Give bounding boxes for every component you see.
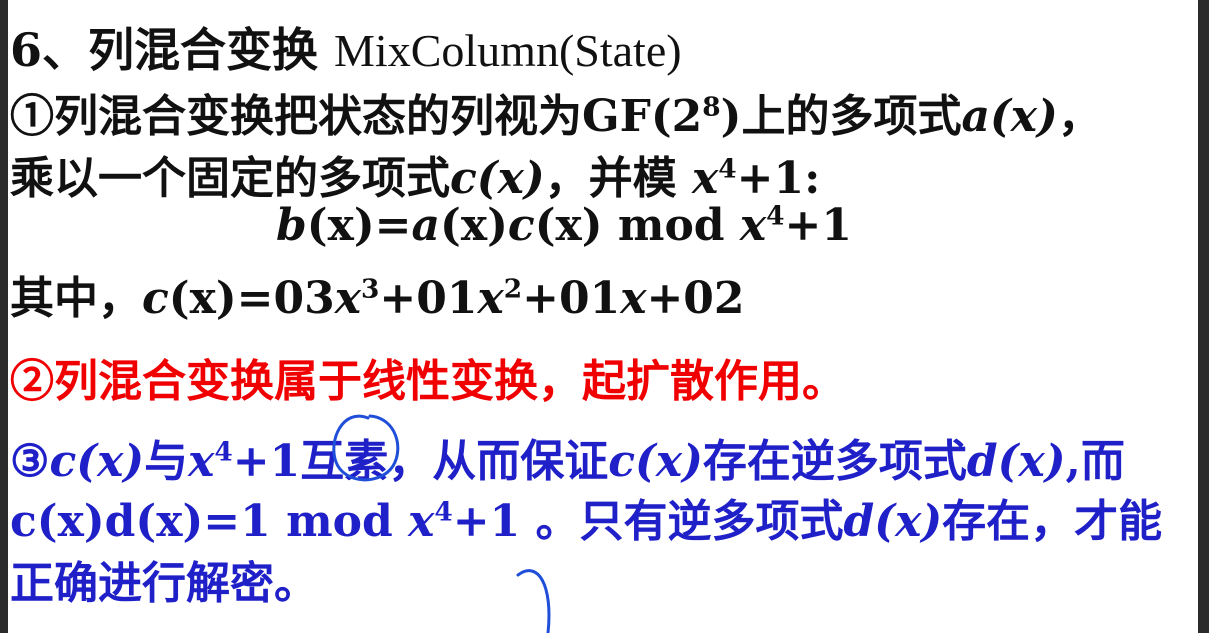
- point-1-line-1: ①列混合变换把状态的列视为GF(28)上的多项式a(x)，: [10, 80, 1102, 144]
- gf-exponent: 8: [702, 91, 721, 123]
- p3-d: d: [966, 436, 998, 487]
- formula-part-2: (x): [440, 200, 508, 251]
- punct: ，: [1057, 91, 1102, 142]
- p3-c: c: [49, 436, 77, 487]
- point-2-line: ②列混合变换属于线性变换，起扩散作用。: [10, 356, 846, 407]
- poly-b: b: [276, 200, 307, 251]
- cx-part-2: +01: [379, 273, 478, 324]
- p3-mid-3: 存在逆多项式: [702, 436, 967, 487]
- cx-definition-line: 其中，c(x)=03x3+01x2+01x+02: [10, 262, 745, 326]
- p3b-part-1: c(x)d(x)=1 mod: [10, 496, 409, 547]
- cx-x2: x: [477, 273, 504, 324]
- formula-line: b(x)=a(x)c(x) mod x4+1: [276, 200, 852, 251]
- p3-end: ,而: [1065, 436, 1125, 487]
- point-3-line-1: ③c(x)与x4+1互素，从而保证c(x)存在逆多项式d(x),而: [10, 425, 1125, 489]
- point-3-marker: ③: [10, 436, 50, 487]
- poly-a-arg: (x): [989, 91, 1058, 142]
- modulo-end: +1:: [736, 153, 821, 204]
- pen-bracket-annotation: [516, 569, 551, 633]
- p3-var: x: [188, 436, 215, 487]
- p3b-var: x: [408, 496, 435, 547]
- p3-exp: 4: [214, 436, 233, 468]
- poly-a: a: [961, 91, 990, 142]
- cx-x1: x: [334, 273, 361, 324]
- point-1-line-2: 乘以一个固定的多项式c(x)，并模 x4+1:: [10, 142, 820, 206]
- cx-part-1: (x)=03: [168, 273, 335, 324]
- point-1-text-2: 乘以一个固定的多项式: [10, 153, 450, 204]
- poly-c: c: [450, 153, 477, 204]
- title-heading: 6、列混合变换: [10, 23, 319, 77]
- p3-c2-arg: (x): [635, 436, 703, 487]
- p3-d-arg: (x): [997, 436, 1066, 487]
- point-1-mid: 上的多项式: [741, 91, 962, 142]
- formula-var: x: [739, 200, 767, 251]
- cx-exp-3: 3: [361, 273, 380, 305]
- cx-exp-2: 2: [503, 273, 523, 305]
- slide-title: 6、列混合变换 MixColumn(State): [10, 14, 682, 80]
- poly-c-arg: (x): [476, 153, 545, 204]
- formula-c: c: [507, 200, 535, 251]
- formula-part-3: (x) mod: [534, 200, 740, 251]
- p3-mid-2: +1互素，从而保证: [232, 436, 609, 487]
- slide: 6、列混合变换 MixColumn(State) ①列混合变换把状态的列视为GF…: [8, 0, 1198, 633]
- point-1-text: ①列混合变换把状态的列视为: [10, 91, 582, 142]
- p3-mid-1: 与: [144, 436, 189, 487]
- p3b-exp: 4: [434, 496, 453, 528]
- p3b-d: d: [843, 496, 875, 547]
- where-label: 其中，: [10, 273, 142, 324]
- title-english: MixColumn(State): [334, 25, 682, 76]
- gf-close: ): [720, 91, 742, 142]
- cx-c: c: [142, 273, 169, 324]
- modulo-exp: 4: [718, 153, 737, 185]
- p3-c2: c: [608, 436, 636, 487]
- formula-a: a: [411, 200, 441, 251]
- p3b-part-2: +1 。只有逆多项式: [452, 496, 844, 547]
- p3-c-arg: (x): [76, 436, 145, 487]
- cx-part-3: +01: [522, 273, 621, 324]
- cx-part-4: +02: [646, 273, 745, 324]
- modulo-var: x: [692, 153, 719, 204]
- formula-part-1: (x)=: [306, 200, 412, 251]
- gf-label: GF(2: [582, 91, 703, 142]
- point-3-line-2: c(x)d(x)=1 mod x4+1 。只有逆多项式d(x)存在，才能: [10, 485, 1162, 549]
- point-3-line-3: 正确进行解密。: [10, 558, 318, 609]
- cx-x3: x: [620, 273, 647, 324]
- formula-exp: 4: [766, 200, 785, 232]
- p3b-end: 存在，才能: [942, 496, 1163, 547]
- formula-end: +1: [784, 200, 852, 251]
- modulo-text: ，并模: [544, 153, 692, 204]
- p3b-d-arg: (x): [874, 496, 943, 547]
